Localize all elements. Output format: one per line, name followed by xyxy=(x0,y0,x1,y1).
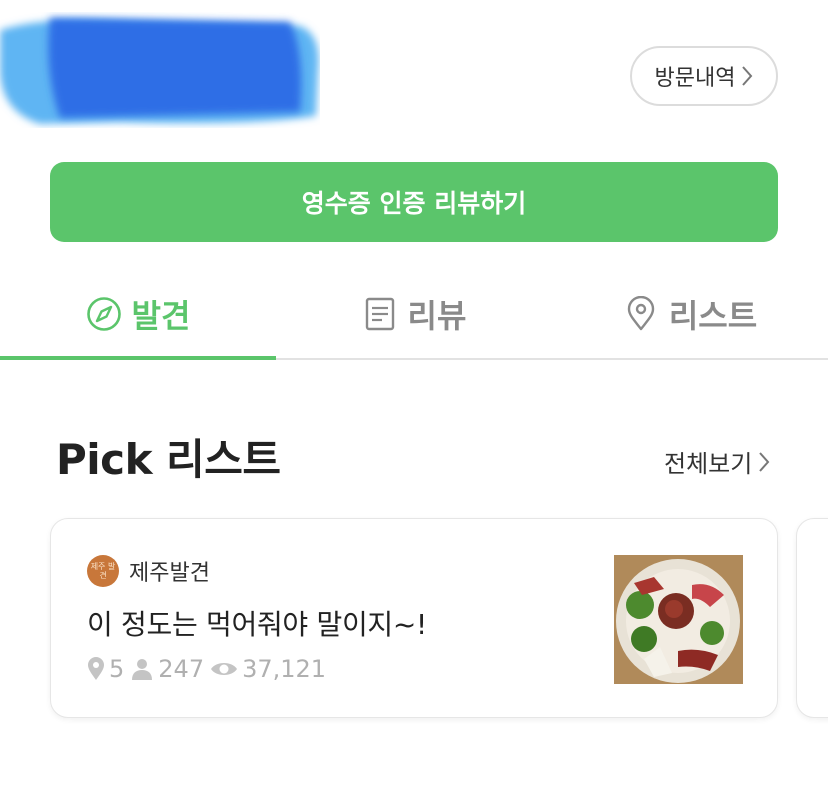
tab-bar: 발견 리뷰 리스트 xyxy=(0,270,828,360)
card-author: 제주 발견 제주발견 xyxy=(87,555,210,587)
places-stat: 5 xyxy=(87,655,124,683)
eye-icon xyxy=(211,663,238,675)
places-count: 5 xyxy=(109,655,125,683)
receipt-review-button[interactable]: 영수증 인증 리뷰하기 xyxy=(50,162,778,242)
author-avatar: 제주 발견 xyxy=(87,555,119,587)
next-card-peek[interactable] xyxy=(796,518,828,718)
tab-discover[interactable]: 발견 xyxy=(0,270,276,358)
person-icon xyxy=(132,659,153,680)
tab-reviews[interactable]: 리뷰 xyxy=(276,270,552,358)
redacted-profile-area xyxy=(0,18,319,124)
chevron-right-icon xyxy=(742,66,753,86)
location-pin-icon xyxy=(88,657,104,680)
compass-icon xyxy=(86,297,121,331)
followers-count: 247 xyxy=(158,655,205,683)
card-title: 이 정도는 먹어줘야 말이지~! xyxy=(87,608,427,641)
tab-lists[interactable]: 리스트 xyxy=(552,270,828,358)
card-stats: 5 247 37,121 xyxy=(87,655,326,683)
author-name: 제주발견 xyxy=(129,561,210,586)
document-icon xyxy=(365,297,394,331)
chevron-right-icon xyxy=(759,451,770,472)
views-stat: 37,121 xyxy=(210,655,326,683)
location-pin-icon xyxy=(627,296,655,331)
pick-list-card[interactable]: 제주 발견 제주발견 이 정도는 먹어줘야 말이지~! 5 247 37,121 xyxy=(50,518,778,718)
followers-stat: 247 xyxy=(130,655,204,683)
visit-history-label: 방문내역 xyxy=(654,66,736,91)
active-tab-indicator xyxy=(0,356,276,360)
visit-history-button[interactable]: 방문내역 xyxy=(630,46,778,106)
see-all-label: 전체보기 xyxy=(664,450,753,478)
see-all-link[interactable]: 전체보기 xyxy=(664,444,770,479)
pick-list-title: Pick 리스트 xyxy=(56,435,281,484)
tab-reviews-label: 리뷰 xyxy=(407,297,467,335)
views-count: 37,121 xyxy=(242,655,327,683)
tab-lists-label: 리스트 xyxy=(668,297,758,335)
tab-discover-label: 발견 xyxy=(131,297,191,335)
card-thumbnail-image xyxy=(614,555,743,684)
